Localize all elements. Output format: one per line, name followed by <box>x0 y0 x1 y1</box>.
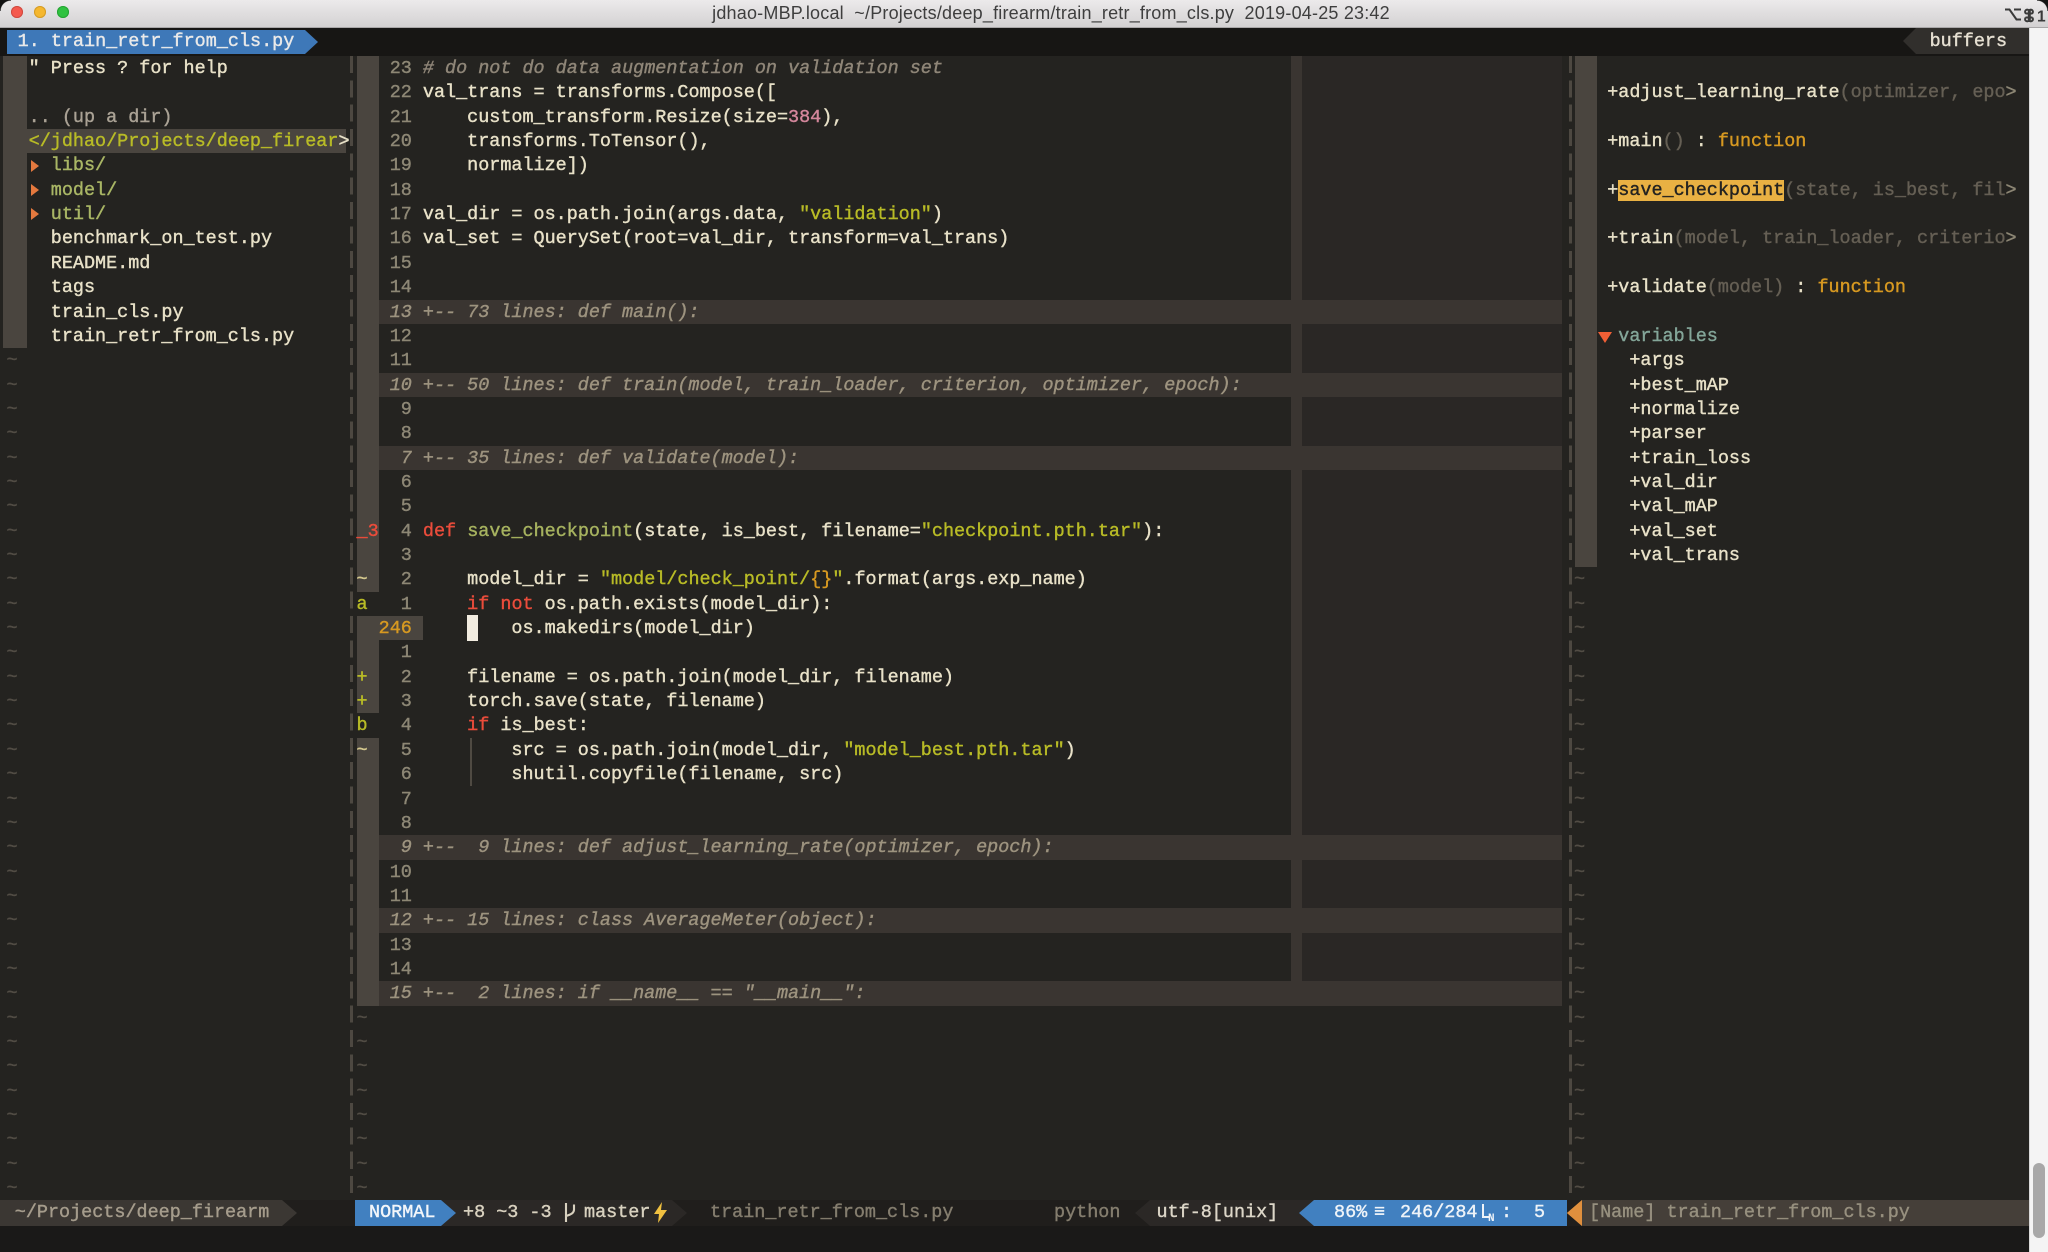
svg-text:1: 1 <box>2037 9 2046 25</box>
svg-text:N: N <box>1488 1213 1495 1222</box>
